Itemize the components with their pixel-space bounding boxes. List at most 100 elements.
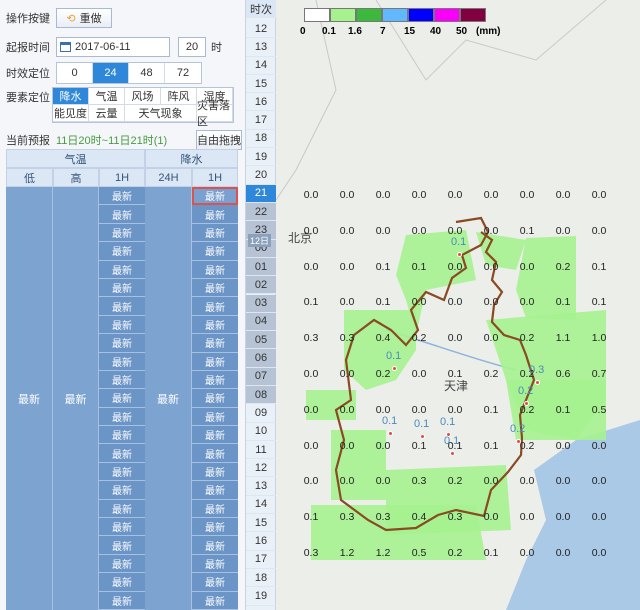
precip-1h-cell[interactable]: 最新 bbox=[192, 389, 238, 408]
temp-1h-cell[interactable]: 最新 bbox=[99, 389, 145, 408]
temp-1h-cell[interactable]: 最新 bbox=[99, 518, 145, 537]
col-1h-precip-header[interactable]: 1H bbox=[192, 168, 238, 187]
precip-1h-cell[interactable]: 最新 bbox=[192, 444, 238, 463]
temp-1h-cell[interactable]: 最新 bbox=[99, 499, 145, 519]
time-slot[interactable]: 20 bbox=[246, 166, 276, 185]
time-slot[interactable]: 05 bbox=[246, 331, 276, 350]
precip-1h-cell[interactable]: 最新 bbox=[192, 407, 238, 427]
precip-1h-cell[interactable]: 最新 bbox=[192, 205, 238, 224]
precip-1h-cell[interactable]: 最新 bbox=[192, 352, 238, 371]
time-slot[interactable]: 16 bbox=[246, 532, 276, 551]
precip-1h-cell[interactable]: 最新 bbox=[192, 242, 238, 261]
time-slot[interactable]: 08 bbox=[246, 386, 276, 405]
time-slot[interactable]: 13 bbox=[246, 478, 276, 496]
col-low-header[interactable]: 低 bbox=[6, 168, 53, 187]
precip-1h-cell[interactable]: 最新 bbox=[192, 499, 238, 519]
time-slot[interactable]: 13 bbox=[246, 38, 276, 57]
precip-1h-cell[interactable]: 最新 bbox=[192, 536, 238, 555]
time-slot[interactable]: 19 bbox=[246, 148, 276, 167]
date-field[interactable]: 2017-06-11 bbox=[56, 37, 170, 57]
temp-1h-cell[interactable]: 最新 bbox=[99, 297, 145, 316]
time-slot[interactable]: 11 bbox=[246, 441, 276, 460]
temp-1h-cell[interactable]: 最新 bbox=[99, 223, 145, 243]
temp-1h-cell[interactable]: 最新 bbox=[99, 444, 145, 463]
time-slot[interactable]: 04 bbox=[246, 312, 276, 332]
time-slot[interactable]: 10 bbox=[246, 423, 276, 441]
time-slot[interactable]: 06 bbox=[246, 349, 276, 368]
time-slot[interactable]: 19 bbox=[246, 587, 276, 606]
time-slot[interactable]: 15 bbox=[246, 75, 276, 94]
temp-1h-cell[interactable]: 最新 bbox=[99, 554, 145, 574]
time-slot[interactable]: 17 bbox=[246, 112, 276, 130]
time-slot[interactable]: 01 bbox=[246, 257, 276, 277]
time-slot[interactable]: 12 bbox=[246, 20, 276, 39]
temp-1h-cell[interactable]: 最新 bbox=[99, 536, 145, 555]
temp-1h-cell[interactable]: 最新 bbox=[99, 573, 145, 592]
precip-1h-cell[interactable]: 最新 bbox=[192, 518, 238, 537]
element-visibility[interactable]: 能见度 bbox=[53, 105, 89, 122]
temp-1h-cell[interactable]: 最新 bbox=[99, 481, 145, 500]
precip-1h-cell[interactable]: 最新 bbox=[192, 554, 238, 574]
temp-1h-cell[interactable]: 最新 bbox=[99, 315, 145, 335]
temp-1h-cell[interactable]: 最新 bbox=[99, 242, 145, 261]
time-slot[interactable]: 18 bbox=[246, 569, 276, 588]
hour-field[interactable]: 20 bbox=[178, 37, 206, 57]
precip-1h-cell[interactable]: 最新 bbox=[192, 426, 238, 445]
precip-1h-cell[interactable]: 最新 bbox=[192, 260, 238, 279]
time-slot[interactable]: 16 bbox=[246, 93, 276, 112]
time-slot[interactable]: 17 bbox=[246, 551, 276, 569]
precip-1h-cell[interactable]: 最新 bbox=[192, 573, 238, 592]
low-temp-cell[interactable]: 最新 bbox=[6, 187, 53, 610]
temp-1h-cell[interactable]: 最新 bbox=[99, 205, 145, 224]
element-wind[interactable]: 风场 bbox=[125, 88, 161, 105]
precip-1h-cell[interactable]: 最新 bbox=[192, 481, 238, 500]
element-disaster[interactable]: 灾害落区 bbox=[197, 100, 233, 128]
temp-1h-cell[interactable]: 最新 bbox=[99, 352, 145, 371]
precip-map[interactable]: 0 0.1 1.6 7 15 40 50 (mm) 北京 天津 0.0 0.0 0.… bbox=[276, 0, 640, 610]
time-slot[interactable]: 14 bbox=[246, 496, 276, 515]
free-drag-button[interactable]: 自由拖拽 bbox=[196, 130, 242, 150]
precip-1h-cell[interactable]: 最新 bbox=[192, 187, 238, 206]
time-slot[interactable]: 12 bbox=[246, 459, 276, 478]
high-temp-cell[interactable]: 最新 bbox=[53, 187, 99, 610]
element-cloud[interactable]: 云量 bbox=[89, 105, 125, 122]
temp-1h-cell[interactable]: 最新 bbox=[99, 187, 145, 206]
col-1h-header[interactable]: 1H bbox=[99, 168, 145, 187]
precip-1h-cell[interactable]: 最新 bbox=[192, 591, 238, 610]
element-gust[interactable]: 阵风 bbox=[161, 88, 197, 105]
precip-1h-cell[interactable]: 最新 bbox=[192, 297, 238, 316]
temp-1h-cell[interactable]: 最新 bbox=[99, 370, 145, 390]
temp-1h-cell[interactable]: 最新 bbox=[99, 426, 145, 445]
time-slot[interactable]: 03 bbox=[246, 294, 276, 313]
temp-1h-cell[interactable]: 最新 bbox=[99, 260, 145, 279]
temp-1h-cell[interactable]: 最新 bbox=[99, 278, 145, 298]
element-precip[interactable]: 降水 bbox=[53, 88, 89, 105]
valid-48[interactable]: 48 bbox=[129, 63, 165, 83]
precip-24h-cell[interactable]: 最新 bbox=[145, 187, 192, 610]
temp-1h-cell[interactable]: 最新 bbox=[99, 334, 145, 353]
reset-button[interactable]: ⟲ 重做 bbox=[56, 8, 112, 28]
valid-0[interactable]: 0 bbox=[57, 63, 93, 83]
temp-1h-cell[interactable]: 最新 bbox=[99, 407, 145, 427]
valid-24[interactable]: 24 bbox=[93, 63, 129, 83]
time-slot[interactable]: 07 bbox=[246, 367, 276, 386]
time-slot[interactable]: 18 bbox=[246, 130, 276, 149]
temp-1h-cell[interactable]: 最新 bbox=[99, 591, 145, 610]
valid-72[interactable]: 72 bbox=[165, 63, 201, 83]
time-slot[interactable]: 21 bbox=[246, 184, 276, 203]
precip-1h-cell[interactable]: 最新 bbox=[192, 370, 238, 390]
precip-1h-cell[interactable]: 最新 bbox=[192, 223, 238, 243]
element-weather[interactable]: 天气现象 bbox=[125, 105, 197, 122]
time-slot[interactable]: 02 bbox=[246, 276, 276, 295]
time-slot[interactable]: 09 bbox=[246, 404, 276, 423]
precip-1h-cell[interactable]: 最新 bbox=[192, 278, 238, 298]
time-slot[interactable]: 22 bbox=[246, 203, 276, 222]
temp-1h-cell[interactable]: 最新 bbox=[99, 462, 145, 482]
precip-1h-cell[interactable]: 最新 bbox=[192, 334, 238, 353]
time-slot[interactable]: 15 bbox=[246, 514, 276, 533]
element-temp[interactable]: 气温 bbox=[89, 88, 125, 105]
precip-1h-cell[interactable]: 最新 bbox=[192, 462, 238, 482]
col-24h-header[interactable]: 24H bbox=[145, 168, 192, 187]
precip-1h-cell[interactable]: 最新 bbox=[192, 315, 238, 335]
col-high-header[interactable]: 高 bbox=[53, 168, 99, 187]
